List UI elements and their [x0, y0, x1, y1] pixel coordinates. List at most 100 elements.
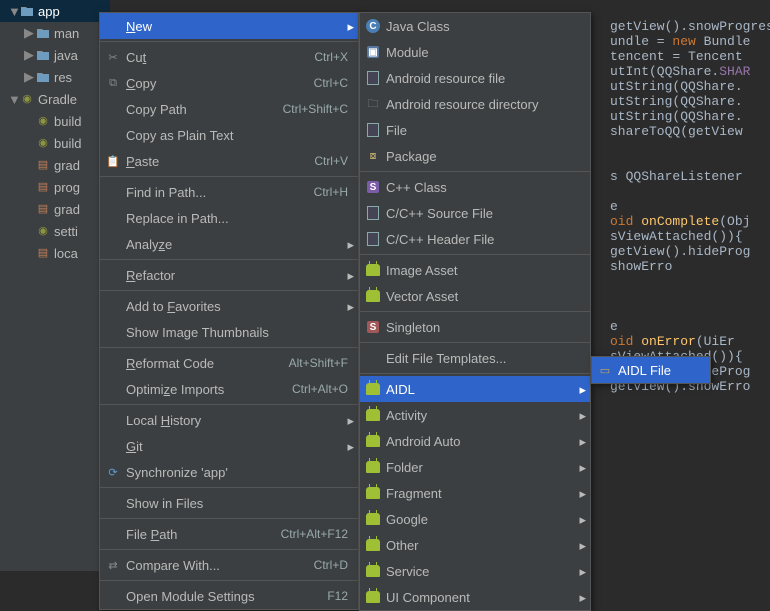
ctx-copy[interactable]: ⧉CopyCtrl+C — [100, 70, 358, 96]
package-icon: ⧇ — [365, 148, 381, 164]
folder-icon — [36, 71, 50, 83]
new-android-auto[interactable]: Android Auto▸ — [360, 428, 590, 454]
sync-icon: ⟳ — [105, 464, 121, 480]
aidl-aidl-file[interactable]: ▭AIDL File — [592, 357, 710, 383]
ctx-git[interactable]: Git▸ — [100, 433, 358, 459]
android-icon — [365, 407, 381, 423]
tree-item-res[interactable]: ▶res — [0, 66, 110, 88]
new-package[interactable]: ⧇Package — [360, 143, 590, 169]
expander-icon[interactable]: ▶ — [24, 69, 36, 85]
ctx-copy-path[interactable]: Copy PathCtrl+Shift+C — [100, 96, 358, 122]
ctx-cut[interactable]: ✂CutCtrl+X — [100, 44, 358, 70]
ctx-file-path[interactable]: File PathCtrl+Alt+F12 — [100, 521, 358, 547]
ctx-optimize-imports[interactable]: Optimize ImportsCtrl+Alt+O — [100, 376, 358, 402]
folder-icon: 🗀 — [365, 96, 381, 112]
new-android-resource-file[interactable]: Android resource file — [360, 65, 590, 91]
ctx-open-module-settings[interactable]: Open Module SettingsF12 — [100, 583, 358, 609]
tree-item-prog[interactable]: ▤prog — [0, 176, 110, 198]
new-activity[interactable]: Activity▸ — [360, 402, 590, 428]
new-java-class[interactable]: CJava Class — [360, 13, 590, 39]
tree-label: java — [54, 48, 78, 63]
new-module[interactable]: ▣Module — [360, 39, 590, 65]
tree-label: Gradle — [38, 92, 77, 107]
separator — [360, 342, 590, 343]
tree-label: man — [54, 26, 79, 41]
ctx-copy-as-plain-text[interactable]: Copy as Plain Text — [100, 122, 358, 148]
expander-icon[interactable]: ▶ — [24, 25, 36, 41]
context-menu-main: New▸ ✂CutCtrl+X⧉CopyCtrl+CCopy PathCtrl+S… — [99, 12, 359, 610]
ctx-add-to-favorites[interactable]: Add to Favorites▸ — [100, 293, 358, 319]
properties-file-icon: ▤ — [36, 246, 50, 260]
ctx-synchronize-app[interactable]: ⟳Synchronize 'app' — [100, 459, 358, 485]
new-c-class[interactable]: SC++ Class — [360, 174, 590, 200]
new-ui-component[interactable]: UI Component▸ — [360, 584, 590, 610]
tree-item-gradle[interactable]: ▼◉Gradle — [0, 88, 110, 110]
tree-item-build[interactable]: ◉build — [0, 132, 110, 154]
ctx-paste[interactable]: 📋PasteCtrl+V — [100, 148, 358, 174]
ctx-reformat-code[interactable]: Reformat CodeAlt+Shift+F — [100, 350, 358, 376]
submenu-arrow-icon: ▸ — [579, 538, 586, 554]
tree-item-grad[interactable]: ▤ grad — [0, 154, 110, 176]
properties-file-icon: ▤ — [36, 158, 50, 172]
expander-icon[interactable]: ▼ — [8, 92, 20, 107]
android-icon — [365, 537, 381, 553]
new-android-resource-directory[interactable]: 🗀Android resource directory — [360, 91, 590, 117]
new-service[interactable]: Service▸ — [360, 558, 590, 584]
submenu-arrow-icon: ▸ — [579, 486, 586, 502]
new-folder[interactable]: Folder▸ — [360, 454, 590, 480]
shortcut-label: Ctrl+Alt+O — [292, 382, 348, 396]
ctx-compare-with[interactable]: ⇄Compare With...Ctrl+D — [100, 552, 358, 578]
cpp-icon: S — [365, 179, 381, 195]
aidl-file-icon: ▭ — [597, 362, 613, 378]
tree-label: grad — [54, 158, 80, 173]
tree-item-build[interactable]: ◉build — [0, 110, 110, 132]
new-edit-file-templates[interactable]: Edit File Templates... — [360, 345, 590, 371]
shortcut-label: F12 — [327, 589, 348, 603]
new-vector-asset[interactable]: Vector Asset — [360, 283, 590, 309]
ctx-show-image-thumbnails[interactable]: Show Image Thumbnails — [100, 319, 358, 345]
android-icon — [365, 262, 381, 278]
expander-icon[interactable]: ▶ — [24, 47, 36, 63]
android-icon — [365, 511, 381, 527]
tree-item-setti[interactable]: ◉setti — [0, 220, 110, 242]
ctx-find-in-path[interactable]: Find in Path...Ctrl+H — [100, 179, 358, 205]
separator — [360, 373, 590, 374]
tree-label: app — [38, 4, 60, 19]
new-image-asset[interactable]: Image Asset — [360, 257, 590, 283]
file-icon — [365, 231, 381, 247]
separator — [100, 404, 358, 405]
ctx-analyze[interactable]: Analyze▸ — [100, 231, 358, 257]
new-c-c-source-file[interactable]: C/C++ Source File — [360, 200, 590, 226]
ctx-replace-in-path[interactable]: Replace in Path... — [100, 205, 358, 231]
ctx-new[interactable]: New▸ — [100, 13, 358, 39]
separator — [100, 41, 358, 42]
paste-icon: 📋 — [105, 153, 121, 169]
tree-item-java[interactable]: ▶ java — [0, 44, 110, 66]
ctx-show-in-files[interactable]: Show in Files — [100, 490, 358, 516]
submenu-arrow-icon: ▸ — [347, 237, 354, 253]
tree-label: loca — [54, 246, 78, 261]
submenu-arrow-icon: ▸ — [579, 382, 586, 398]
new-c-c-header-file[interactable]: C/C++ Header File — [360, 226, 590, 252]
new-file[interactable]: File — [360, 117, 590, 143]
new-google[interactable]: Google▸ — [360, 506, 590, 532]
shortcut-label: Ctrl+D — [314, 558, 348, 572]
separator — [100, 549, 358, 550]
tree-item-grad[interactable]: ▤grad — [0, 198, 110, 220]
new-singleton[interactable]: SSingleton — [360, 314, 590, 340]
new-fragment[interactable]: Fragment▸ — [360, 480, 590, 506]
project-tree[interactable]: ▼app▶man▶java▶res▼◉Gradle◉build◉build▤gr… — [0, 0, 110, 571]
separator — [100, 487, 358, 488]
properties-file-icon: ▤ — [36, 202, 50, 216]
ctx-refactor[interactable]: Refactor▸ — [100, 262, 358, 288]
tree-label: build — [54, 114, 81, 129]
tree-item-app[interactable]: ▼ app — [0, 0, 110, 22]
ctx-local-history[interactable]: Local History▸ — [100, 407, 358, 433]
new-aidl[interactable]: AIDL▸ — [360, 376, 590, 402]
separator — [360, 311, 590, 312]
android-icon — [365, 563, 381, 579]
new-other[interactable]: Other▸ — [360, 532, 590, 558]
expander-icon[interactable]: ▼ — [8, 4, 20, 19]
tree-item-loca[interactable]: ▤ loca — [0, 242, 110, 264]
tree-item-man[interactable]: ▶ man — [0, 22, 110, 44]
